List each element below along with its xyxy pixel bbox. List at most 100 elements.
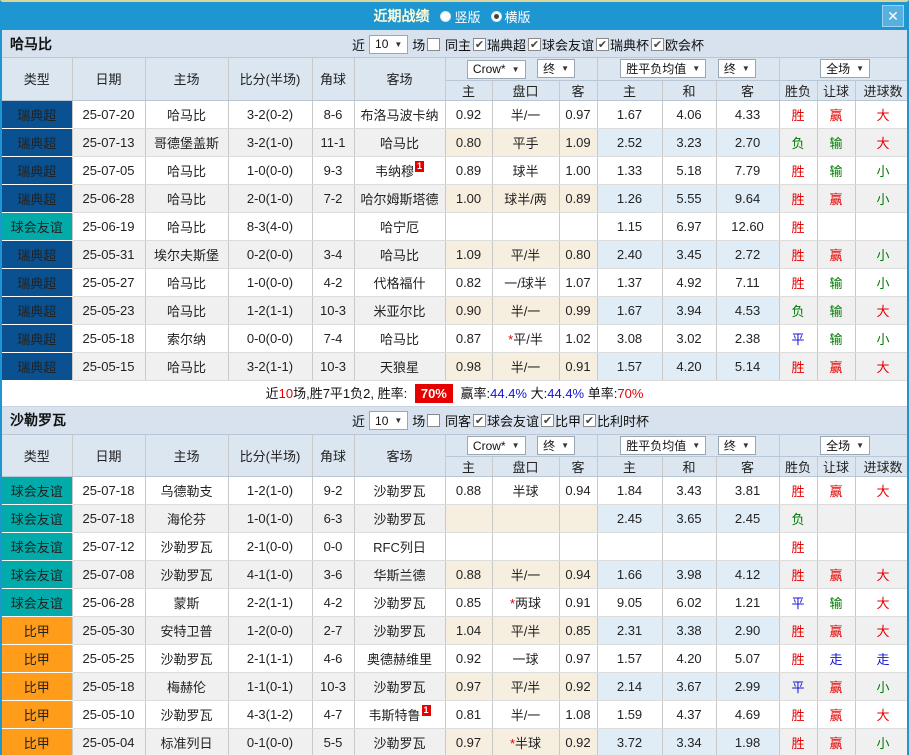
match-type-cell: 球会友谊 xyxy=(2,560,73,589)
odds-home-cell: 0.92 xyxy=(445,100,493,129)
result-cell: 胜 xyxy=(779,352,818,381)
away-team-cell: 沙勒罗瓦 xyxy=(354,504,446,533)
match-row: 瑞典超 25-07-13 哥德堡盖斯 3-2(1-0) 11-1 哈马比 0.80 平手 1.0… xyxy=(2,128,907,157)
odds-company-select[interactable]: Crow* ▼ xyxy=(466,436,526,455)
avg-home-cell xyxy=(597,532,663,561)
away-team-cell: 奥德赫维里 xyxy=(354,644,446,673)
odds-home-cell: 1.04 xyxy=(445,616,493,645)
fulltime-select[interactable]: 全场 ▼ xyxy=(820,59,871,79)
odds-home-cell: 1.09 xyxy=(445,240,493,269)
league-filter-group: ✔ 球会友谊 ✔ 比甲 ✔ 比利时杯 xyxy=(471,411,649,430)
avg-time-select[interactable]: 终 ▼ xyxy=(717,435,756,455)
corner-cell: 6-3 xyxy=(312,504,355,533)
avg-draw-cell: 3.02 xyxy=(662,324,717,353)
results-table: 类型 日期 主场 比分(半场) 角球 客场 Crow* ▼ 终 ▼ 胜平负均值 ▼ 终… xyxy=(2,434,907,755)
close-button[interactable]: ✕ xyxy=(882,5,904,27)
handicap-result-cell xyxy=(817,212,856,241)
odds-time-select[interactable]: 终 ▼ xyxy=(537,59,576,78)
avg-draw-cell: 3.65 xyxy=(662,504,717,533)
odds-away-cell xyxy=(559,504,598,533)
avg-home-cell: 1.15 xyxy=(597,212,663,241)
goals-result-cell: 大 xyxy=(855,296,907,325)
goals-result-cell xyxy=(855,532,907,561)
home-team-cell: 哥德堡盖斯 xyxy=(145,128,229,157)
chevron-down-icon: ▼ xyxy=(394,39,403,49)
league-checkbox[interactable]: ✔ 球会友谊 xyxy=(527,35,594,54)
goals-result-cell: 大 xyxy=(855,560,907,589)
avg-home-cell: 1.26 xyxy=(597,184,663,213)
avg-draw-cell: 3.45 xyxy=(662,240,717,269)
match-type-cell: 球会友谊 xyxy=(2,588,73,617)
away-team-cell: 布洛马波卡纳 xyxy=(354,100,446,129)
odds-home-cell xyxy=(445,504,493,533)
avg-draw-cell: 3.38 xyxy=(662,616,717,645)
avg-odds-select[interactable]: 胜平负均值 ▼ xyxy=(620,59,707,79)
section-header: 沙勒罗瓦 近 10 ▼ 场 同客 ✔ 球会友谊 ✔ 比甲 ✔ 比利时杯 xyxy=(2,406,907,435)
avg-away-cell: 4.53 xyxy=(716,296,780,325)
fulltime-header-cell: 全场 ▼ xyxy=(779,58,907,81)
near-label: 近 xyxy=(352,414,366,429)
match-row: 瑞典超 25-05-15 哈马比 3-2(1-1) 10-3 天狼星 0.98 半/一 0.91… xyxy=(2,352,907,381)
odds-away-cell: 0.99 xyxy=(559,296,598,325)
avg-away-cell: 5.14 xyxy=(716,352,780,381)
match-date-cell: 25-07-12 xyxy=(72,532,146,561)
handicap-result-cell: 输 xyxy=(817,324,856,353)
result-cell: 负 xyxy=(779,504,818,533)
corner-cell: 7-4 xyxy=(312,324,355,353)
layout-vertical-radio[interactable]: 竖版 xyxy=(440,7,481,26)
match-type-cell: 瑞典超 xyxy=(2,240,73,269)
avg-away-cell: 1.98 xyxy=(716,728,780,755)
odds-time-select[interactable]: 终 ▼ xyxy=(537,435,576,455)
score-cell: 0-0(0-0) xyxy=(228,324,313,353)
avg-draw-cell: 3.94 xyxy=(662,296,717,325)
corner-cell: 0-0 xyxy=(312,532,355,561)
odds-away-cell: 1.09 xyxy=(559,128,598,157)
league-checkbox[interactable]: ✔ 瑞典超 xyxy=(472,35,526,54)
score-cell: 8-3(4-0) xyxy=(228,212,313,241)
layout-vertical-label: 竖版 xyxy=(454,9,481,25)
match-count-select[interactable]: 10 ▼ xyxy=(369,411,409,430)
home-team-cell: 哈马比 xyxy=(145,100,229,129)
match-type-cell: 球会友谊 xyxy=(2,212,73,241)
score-cell: 2-2(1-1) xyxy=(228,588,313,617)
match-count-select[interactable]: 10 ▼ xyxy=(369,34,409,54)
handicap-result-cell: 赢 xyxy=(817,100,856,129)
score-cell: 2-0(1-0) xyxy=(228,184,313,213)
fulltime-select[interactable]: 全场 ▼ xyxy=(820,435,871,455)
radio-selected-icon xyxy=(490,10,502,22)
match-date-cell: 25-07-08 xyxy=(72,560,146,589)
handicap-result-cell: 赢 xyxy=(817,672,856,701)
handicap-cell: 平/半 xyxy=(492,240,560,269)
home-team-cell: 哈马比 xyxy=(145,296,229,325)
result-cell: 胜 xyxy=(779,532,818,561)
odds-away-cell: 0.92 xyxy=(559,672,598,701)
col-avg-away: 客 xyxy=(716,80,780,101)
avg-home-cell: 1.37 xyxy=(597,268,663,297)
league-checkbox[interactable]: ✔ 球会友谊 xyxy=(472,411,539,430)
match-type-cell: 瑞典超 xyxy=(2,100,73,129)
match-type-cell: 比甲 xyxy=(2,616,73,645)
same-away-checkbox[interactable]: 同客 xyxy=(427,411,471,430)
avg-home-cell: 3.72 xyxy=(597,728,663,755)
corner-cell: 4-2 xyxy=(312,588,355,617)
league-checkbox[interactable]: ✔ 瑞典杯 xyxy=(595,35,649,54)
layout-horizontal-radio[interactable]: 横版 xyxy=(490,7,531,26)
home-team-cell: 沙勒罗瓦 xyxy=(145,532,229,561)
handicap-result-cell: 赢 xyxy=(817,476,856,505)
match-date-cell: 25-05-25 xyxy=(72,644,146,673)
league-checkbox[interactable]: ✔ 欧会杯 xyxy=(651,35,704,54)
odds-away-cell: 1.07 xyxy=(559,268,598,297)
odds-company-select[interactable]: Crow* ▼ xyxy=(466,59,526,79)
avg-odds-select[interactable]: 胜平负均值 ▼ xyxy=(620,435,707,455)
match-type-cell: 瑞典超 xyxy=(2,324,73,353)
odds-away-cell: 0.80 xyxy=(559,240,598,269)
handicap-cell: *平/半 xyxy=(492,324,560,353)
league-checkbox[interactable]: ✔ 比利时杯 xyxy=(582,411,649,430)
corner-cell: 11-1 xyxy=(312,128,355,157)
same-home-checkbox[interactable]: 同主 xyxy=(427,35,471,54)
match-row: 瑞典超 25-07-05 哈马比 1-0(0-0) 9-3 韦纳穆 1 0.89 球半 1.00 1… xyxy=(2,156,907,185)
avg-time-select[interactable]: 终 ▼ xyxy=(717,59,756,79)
league-checkbox[interactable]: ✔ 比甲 xyxy=(540,411,581,430)
handicap-cell: 半/一 xyxy=(492,100,560,129)
home-team-cell: 沙勒罗瓦 xyxy=(145,560,229,589)
